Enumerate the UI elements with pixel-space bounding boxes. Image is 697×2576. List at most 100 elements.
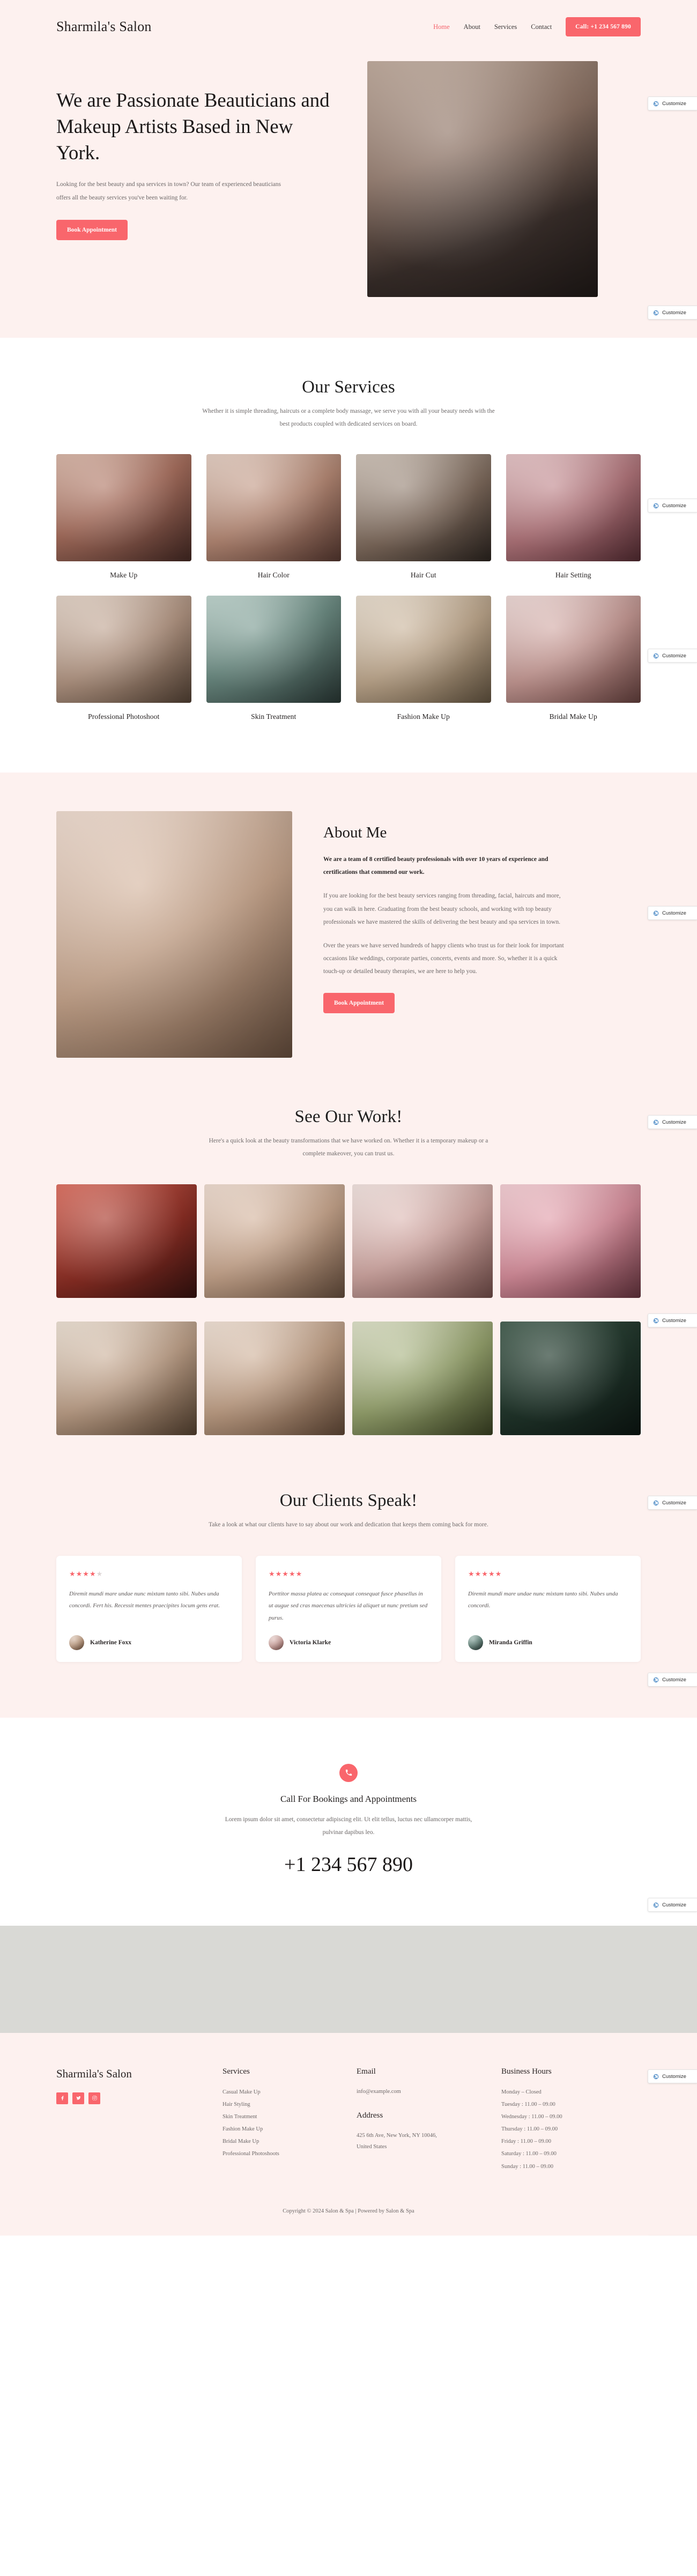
gallery-image[interactable] bbox=[352, 1321, 493, 1435]
gallery-image[interactable] bbox=[56, 1321, 197, 1435]
cta-description: Lorem ipsum dolor sit amet, consectetur … bbox=[225, 1816, 472, 1836]
service-card[interactable]: Hair Cut bbox=[356, 454, 491, 580]
rating-stars: ★★★★★ bbox=[269, 1569, 303, 1578]
footer-address-value: 425 6th Ave, New York, NY 10046, United … bbox=[357, 2132, 437, 2150]
service-label: Fashion Make Up bbox=[397, 712, 450, 721]
footer-contact-column: Email info@example.com Address 425 6th A… bbox=[357, 2067, 496, 2173]
testimonial-text: Diremit mundi mare undae nunc mixtam tan… bbox=[69, 1590, 220, 1609]
customize-button-label: Customize bbox=[662, 1676, 686, 1683]
rating-stars: ★★★★★ bbox=[69, 1569, 103, 1578]
copyright-text: Copyright © 2024 Salon & Spa | Powered b… bbox=[283, 2208, 414, 2214]
customize-button[interactable]: Customize bbox=[648, 306, 697, 320]
hero-description: Looking for the best beauty and spa serv… bbox=[56, 181, 281, 202]
testimonials-subtitle: Take a look at what our clients have to … bbox=[209, 1521, 488, 1528]
footer-hours-list: Monday – Closed Tuesday : 11.00 – 09.00 … bbox=[501, 2086, 641, 2173]
list-item[interactable]: Hair Styling bbox=[223, 2098, 351, 2111]
testimonial-author: Victoria Klarke bbox=[269, 1635, 428, 1650]
service-image bbox=[356, 596, 491, 703]
about-lead-text: We are a team of 8 certified beauty prof… bbox=[323, 856, 548, 875]
list-item: Sunday : 11.00 – 09.00 bbox=[501, 2163, 554, 2170]
customize-button[interactable]: Customize bbox=[648, 499, 697, 513]
gallery-image[interactable] bbox=[204, 1321, 345, 1435]
customize-button[interactable]: Customize bbox=[648, 1898, 697, 1912]
testimonial-author: Katherine Foxx bbox=[69, 1635, 229, 1650]
customize-button[interactable]: Customize bbox=[648, 1673, 697, 1687]
customize-button[interactable]: Customize bbox=[648, 1115, 697, 1129]
service-card[interactable]: Bridal Make Up bbox=[506, 596, 641, 721]
service-image bbox=[506, 596, 641, 703]
customize-button[interactable]: Customize bbox=[648, 649, 697, 663]
gallery-image[interactable] bbox=[204, 1184, 345, 1298]
footer-hours-column: Business Hours Monday – Closed Tuesday :… bbox=[501, 2067, 641, 2173]
nav-item-services[interactable]: Services bbox=[494, 23, 517, 31]
list-item[interactable]: Bridal Make Up bbox=[223, 2135, 351, 2148]
hero-book-appointment-button[interactable]: Book Appointment bbox=[56, 219, 128, 240]
map-embed[interactable] bbox=[0, 1925, 697, 2033]
footer-email-value[interactable]: info@example.com bbox=[357, 2086, 496, 2097]
about-book-appointment-button[interactable]: Book Appointment bbox=[323, 993, 395, 1014]
author-name: Katherine Foxx bbox=[90, 1639, 131, 1646]
about-section: About Me We are a team of 8 certified be… bbox=[0, 773, 697, 1103]
service-label: Hair Color bbox=[257, 571, 290, 580]
list-item[interactable]: Fashion Make Up bbox=[223, 2123, 351, 2135]
footer-services-column: Services Casual Make Up Hair Styling Ski… bbox=[223, 2067, 351, 2173]
services-grid-row-2: Professional Photoshoot Skin Treatment F… bbox=[56, 596, 641, 721]
twitter-icon[interactable] bbox=[72, 2092, 84, 2104]
service-image bbox=[56, 596, 191, 703]
customize-button[interactable]: Customize bbox=[648, 906, 697, 920]
testimonial-text: Porttitor massa platea ac consequat cons… bbox=[269, 1590, 428, 1621]
nav-item-home[interactable]: Home bbox=[433, 23, 450, 31]
service-card[interactable]: Hair Color bbox=[206, 454, 341, 580]
customize-button[interactable]: Customize bbox=[648, 1313, 697, 1327]
list-item: Wednesday : 11.00 – 09.00 bbox=[501, 2114, 562, 2120]
customize-button[interactable]: Customize bbox=[648, 2069, 697, 2083]
customize-button[interactable]: Customize bbox=[648, 96, 697, 110]
gallery-image[interactable] bbox=[500, 1184, 641, 1298]
customize-button-label: Customize bbox=[662, 2073, 686, 2080]
about-paragraph-1: If you are looking for the best beauty s… bbox=[323, 893, 561, 925]
cta-phone-number[interactable]: +1 234 567 890 bbox=[56, 1853, 641, 1876]
site-logo[interactable]: Sharmila's Salon bbox=[56, 19, 152, 35]
gallery-image[interactable] bbox=[500, 1321, 641, 1435]
service-image bbox=[56, 454, 191, 562]
about-paragraph-2: Over the years we have served hundreds o… bbox=[323, 942, 564, 975]
service-card[interactable]: Professional Photoshoot bbox=[56, 596, 191, 721]
service-card[interactable]: Hair Setting bbox=[506, 454, 641, 580]
about-image bbox=[56, 811, 292, 1058]
list-item: Tuesday : 11.00 – 09.00 bbox=[501, 2102, 555, 2108]
list-item[interactable]: Skin Treatment bbox=[223, 2111, 351, 2123]
list-item[interactable]: Professional Photoshoots bbox=[223, 2148, 351, 2160]
nav-item-contact[interactable]: Contact bbox=[531, 23, 552, 31]
gallery-grid-row-2 bbox=[56, 1321, 641, 1435]
list-item[interactable]: Casual Make Up bbox=[223, 2086, 351, 2098]
customize-button-label: Customize bbox=[662, 100, 686, 107]
site-header: Sharmila's Salon Home About Services Con… bbox=[0, 0, 697, 54]
list-item: Thursday : 11.00 – 09.00 bbox=[501, 2126, 558, 2133]
list-item: Monday – Closed bbox=[501, 2089, 542, 2095]
nav-item-about[interactable]: About bbox=[464, 23, 480, 31]
gallery-image[interactable] bbox=[56, 1184, 197, 1298]
service-label: Skin Treatment bbox=[251, 712, 296, 721]
testimonials-section: Our Clients Speak! Take a look at what o… bbox=[0, 1486, 697, 1718]
service-label: Professional Photoshoot bbox=[88, 712, 160, 721]
customize-button-label: Customize bbox=[662, 910, 686, 916]
customize-button-label: Customize bbox=[662, 1902, 686, 1908]
call-button[interactable]: Call: +1 234 567 890 bbox=[566, 17, 641, 36]
service-card[interactable]: Fashion Make Up bbox=[356, 596, 491, 721]
service-label: Make Up bbox=[110, 571, 138, 580]
testimonial-card: ★★★★★ Diremit mundi mare undae nunc mixt… bbox=[56, 1555, 242, 1662]
services-subtitle: Whether it is simple threading, haircuts… bbox=[202, 408, 495, 428]
testimonial-card: ★★★★★ Porttitor massa platea ac consequa… bbox=[256, 1555, 441, 1662]
service-image bbox=[506, 454, 641, 562]
facebook-icon[interactable] bbox=[56, 2092, 68, 2104]
rating-stars: ★★★★★ bbox=[468, 1569, 502, 1578]
gallery-image[interactable] bbox=[352, 1184, 493, 1298]
list-item: Saturday : 11.00 – 09.00 bbox=[501, 2151, 557, 2157]
testimonial-text: Diremit mundi mare undae nunc mixtam tan… bbox=[468, 1590, 618, 1609]
gallery-grid-row-1 bbox=[56, 1184, 641, 1298]
customize-button[interactable]: Customize bbox=[648, 1496, 697, 1510]
service-card[interactable]: Make Up bbox=[56, 454, 191, 580]
avatar bbox=[468, 1635, 483, 1650]
instagram-icon[interactable] bbox=[88, 2092, 100, 2104]
service-card[interactable]: Skin Treatment bbox=[206, 596, 341, 721]
